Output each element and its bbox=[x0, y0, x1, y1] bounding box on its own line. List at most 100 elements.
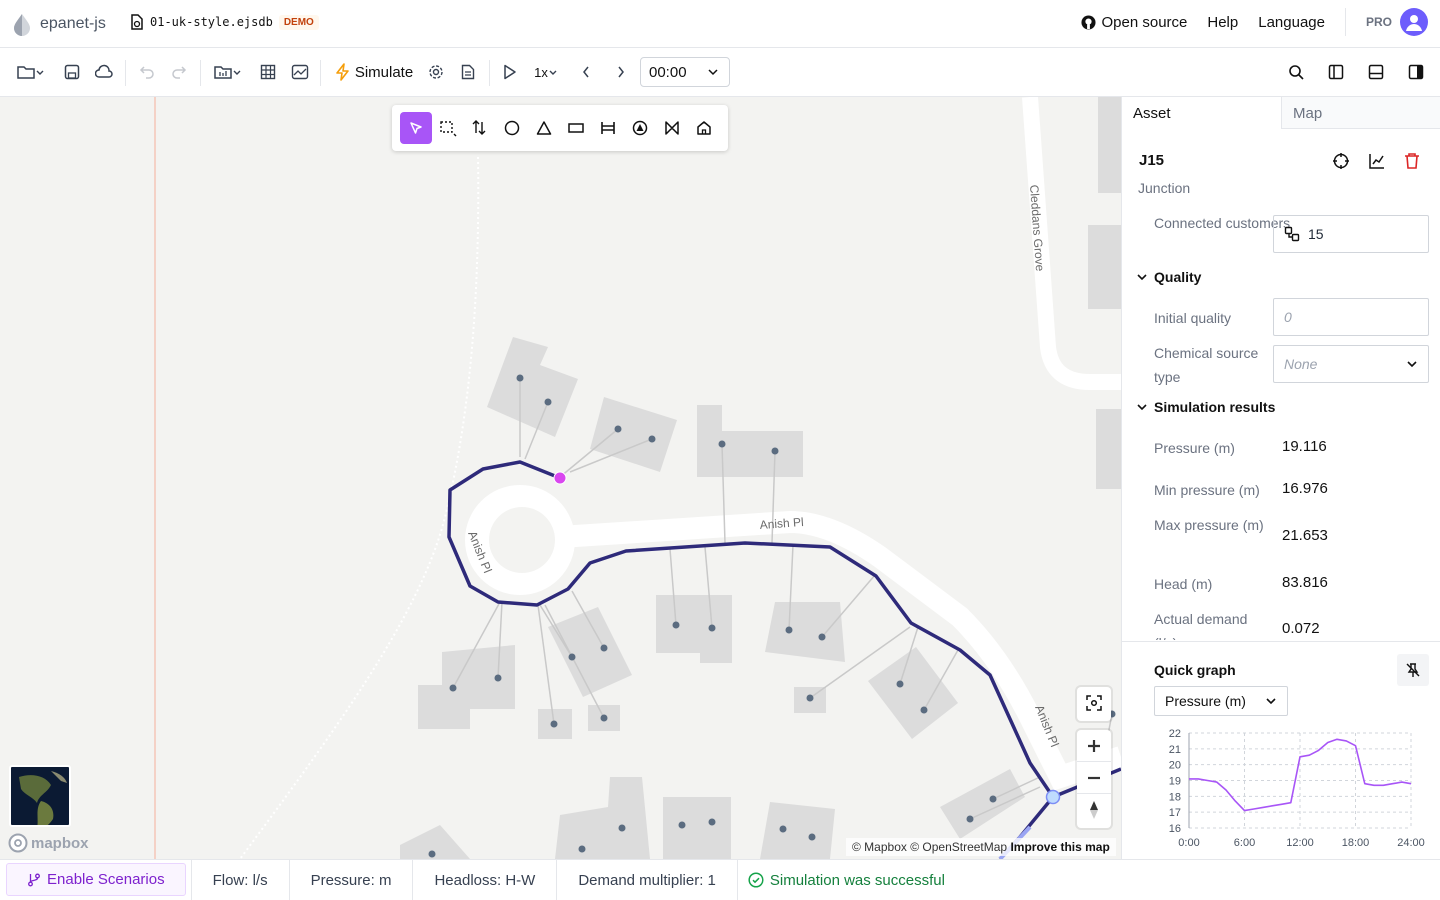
chevron-down-icon bbox=[1137, 404, 1147, 411]
tab-asset[interactable]: Asset bbox=[1122, 97, 1281, 129]
chart-asset-button[interactable] bbox=[1368, 152, 1386, 175]
mapbox-logo[interactable]: mapbox bbox=[8, 833, 89, 853]
pipe-icon bbox=[601, 122, 615, 134]
speed-select[interactable]: 1x bbox=[530, 60, 562, 84]
reshape-tool[interactable] bbox=[464, 112, 496, 144]
tank-tool[interactable] bbox=[560, 112, 592, 144]
lasso-select-tool[interactable] bbox=[432, 112, 464, 144]
x-tick-label: 24:00 bbox=[1397, 837, 1425, 849]
quick-graph-title: Quick graph bbox=[1154, 662, 1236, 678]
navigation-control bbox=[1077, 730, 1111, 828]
account-menu[interactable]: PRO bbox=[1366, 8, 1428, 36]
tab-map[interactable]: Map bbox=[1281, 97, 1440, 129]
import-menu[interactable] bbox=[211, 60, 245, 84]
y-tick-label: 20 bbox=[1169, 760, 1181, 772]
report-button[interactable] bbox=[458, 60, 478, 84]
toolbar-divider bbox=[200, 60, 201, 86]
chemical-source-select[interactable]: None bbox=[1273, 345, 1429, 383]
osm-attribution-link[interactable]: © OpenStreetMap bbox=[910, 840, 1007, 854]
simulate-button[interactable]: Simulate bbox=[333, 60, 415, 84]
branch-icon bbox=[28, 873, 40, 886]
save-icon bbox=[64, 64, 80, 80]
flow-units-button[interactable]: Flow: l/s bbox=[190, 860, 290, 900]
toggle-right-panel-button[interactable] bbox=[1406, 60, 1426, 84]
select-tool[interactable] bbox=[400, 112, 432, 144]
minus-icon bbox=[1088, 776, 1100, 779]
table-icon bbox=[260, 64, 276, 80]
asset-panel: Asset Map J15 Junction Connected custome… bbox=[1121, 97, 1440, 859]
timestep-select[interactable]: 00:00 bbox=[640, 57, 730, 87]
initial-quality-input[interactable]: 0 bbox=[1273, 298, 1429, 336]
chevron-left-icon bbox=[583, 66, 589, 78]
customer-tool[interactable] bbox=[688, 112, 720, 144]
simulation-status[interactable]: Simulation was successful bbox=[738, 860, 945, 900]
toggle-left-panel-button[interactable] bbox=[1326, 60, 1346, 84]
save-online-button[interactable] bbox=[94, 60, 114, 84]
zoom-in-button[interactable] bbox=[1077, 730, 1111, 762]
junction-node[interactable] bbox=[1045, 789, 1061, 805]
zoom-to-asset-button[interactable] bbox=[1332, 152, 1350, 175]
search-button[interactable] bbox=[1286, 60, 1306, 84]
gear-icon bbox=[429, 65, 443, 79]
simulation-status-text: Simulation was successful bbox=[769, 871, 945, 889]
chevron-down-icon bbox=[36, 70, 44, 75]
pressure-chart[interactable]: 16 17 18 19 20 21 22 0:00 6:00 12:00 18:00 24:00 bbox=[1122, 722, 1440, 860]
pipe-tool[interactable] bbox=[592, 112, 624, 144]
open-source-link[interactable]: Open source bbox=[1081, 14, 1187, 31]
quality-section-title: Quality bbox=[1154, 269, 1202, 285]
chevron-right-icon bbox=[618, 66, 624, 78]
pressure-units-button[interactable]: Pressure: m bbox=[290, 860, 414, 900]
delete-asset-button[interactable] bbox=[1404, 152, 1420, 175]
undo-button[interactable] bbox=[137, 60, 157, 84]
reservoir-tool[interactable] bbox=[528, 112, 560, 144]
map-canvas[interactable]: Cleddans Grove Anish Pl Anish Pl Anish P… bbox=[0, 97, 1121, 859]
quick-graph: Quick graph Pressure (m) 16 17 18 19 20 21 22 0… bbox=[1122, 641, 1440, 859]
file-indicator[interactable]: 01-uk-style.ejsdb DEMO bbox=[130, 14, 319, 30]
results-section-toggle[interactable]: Simulation results bbox=[1136, 399, 1275, 415]
zoom-extent-button[interactable] bbox=[1077, 687, 1111, 719]
previous-timestep-button[interactable] bbox=[576, 60, 596, 84]
globe-minimap[interactable] bbox=[9, 765, 71, 827]
save-button[interactable] bbox=[62, 60, 82, 84]
unpin-graph-button[interactable] bbox=[1397, 654, 1429, 686]
help-link[interactable]: Help bbox=[1207, 14, 1238, 31]
quality-section-toggle[interactable]: Quality bbox=[1136, 269, 1201, 285]
connected-customers-field[interactable]: 15 bbox=[1273, 215, 1429, 253]
demand-multiplier-button[interactable]: Demand multiplier: 1 bbox=[557, 860, 738, 900]
pump-tool[interactable] bbox=[624, 112, 656, 144]
data-table-button[interactable] bbox=[258, 60, 278, 84]
zoom-to-extent-control[interactable] bbox=[1077, 687, 1111, 721]
chevron-down-icon bbox=[549, 70, 557, 75]
open-file-menu[interactable] bbox=[14, 60, 48, 84]
improve-map-link[interactable]: Improve this map bbox=[1010, 840, 1109, 854]
reshape-icon bbox=[472, 120, 486, 135]
graph-variable-select[interactable]: Pressure (m) bbox=[1154, 686, 1288, 716]
play-button[interactable] bbox=[500, 60, 520, 84]
map-layer[interactable]: Cleddans Grove Anish Pl Anish Pl Anish P… bbox=[0, 97, 1121, 859]
toggle-bottom-panel-button[interactable] bbox=[1366, 60, 1386, 84]
file-name: 01-uk-style.ejsdb bbox=[150, 15, 273, 29]
enable-scenarios-button[interactable]: Enable Scenarios bbox=[6, 863, 186, 896]
mapbox-attribution-link[interactable]: © Mapbox bbox=[852, 840, 907, 854]
language-menu[interactable]: Language bbox=[1258, 14, 1325, 31]
crosshair-icon bbox=[1333, 153, 1349, 169]
timestep-value: 00:00 bbox=[649, 63, 687, 81]
status-bar: Enable Scenarios Flow: l/s Pressure: m H… bbox=[0, 859, 1440, 900]
app-logo[interactable]: epanet-js bbox=[12, 12, 106, 36]
user-icon bbox=[1406, 15, 1422, 31]
junction-tool[interactable] bbox=[496, 112, 528, 144]
simulation-settings-button[interactable] bbox=[426, 60, 446, 84]
line-chart-icon bbox=[1369, 154, 1384, 169]
app-name: epanet-js bbox=[40, 15, 106, 32]
reproject-button[interactable] bbox=[290, 60, 310, 84]
valve-tool[interactable] bbox=[656, 112, 688, 144]
next-timestep-button[interactable] bbox=[611, 60, 631, 84]
redo-button[interactable] bbox=[169, 60, 189, 84]
compass-button[interactable] bbox=[1077, 794, 1111, 826]
play-icon bbox=[504, 64, 516, 80]
zoom-out-button[interactable] bbox=[1077, 762, 1111, 794]
undo-icon bbox=[139, 66, 154, 79]
result-value: 21.653 bbox=[1282, 527, 1328, 544]
selected-junction-node[interactable] bbox=[553, 471, 567, 485]
headloss-formula-button[interactable]: Headloss: H-W bbox=[413, 860, 558, 900]
